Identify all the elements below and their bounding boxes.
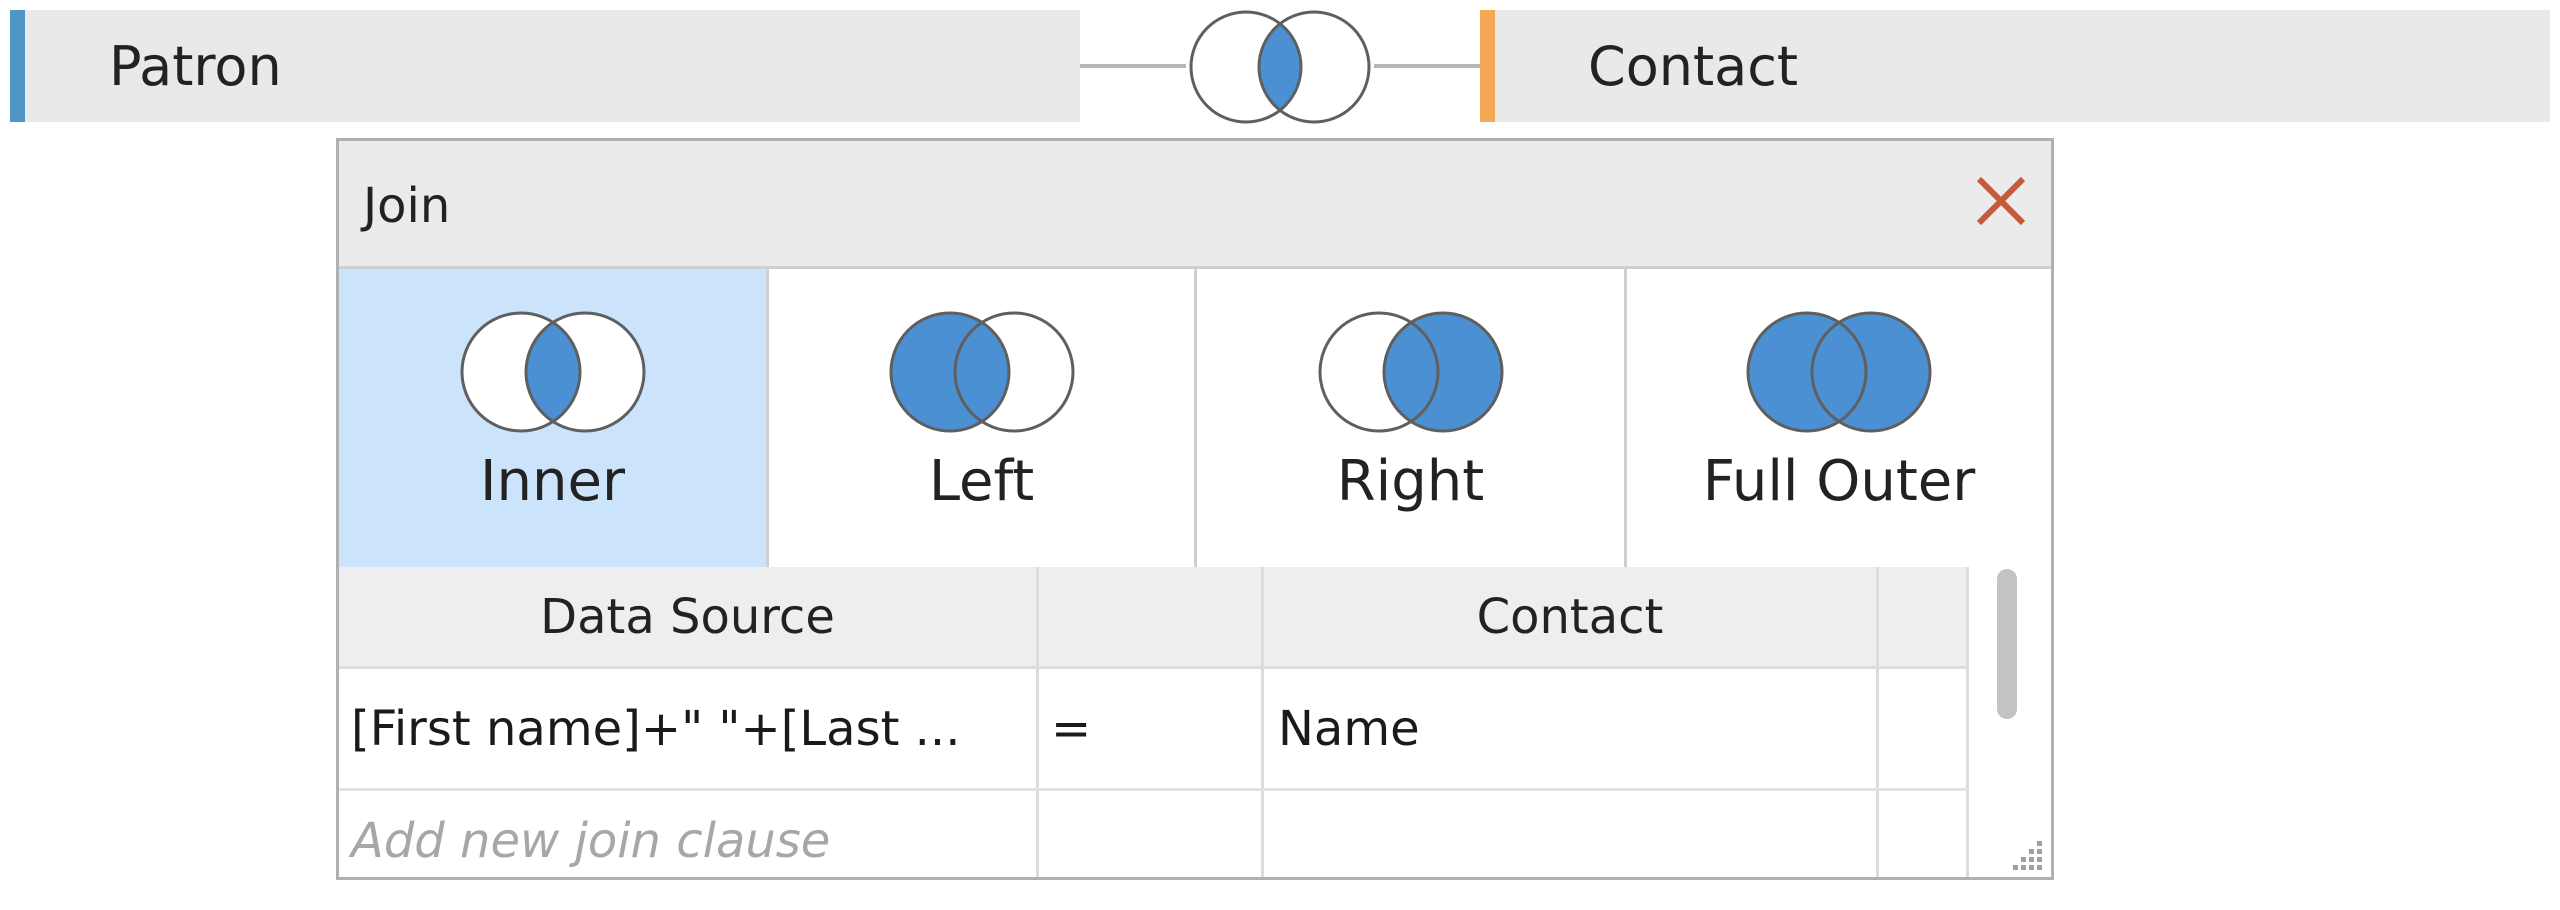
join-type-full-outer[interactable]: Full Outer xyxy=(1627,269,2051,567)
join-type-left[interactable]: Left xyxy=(769,269,1197,567)
join-connector-line-left xyxy=(1080,64,1186,68)
resize-grip-icon[interactable] xyxy=(2009,835,2045,871)
full-outer-join-icon xyxy=(1746,311,1932,433)
join-type-label: Left xyxy=(928,449,1035,514)
join-type-right[interactable]: Right xyxy=(1197,269,1627,567)
column-header-operator xyxy=(1039,567,1264,666)
right-field-cell[interactable]: Name xyxy=(1264,669,1879,788)
right-table-name: Contact xyxy=(1588,34,1799,98)
join-dialog: Join Inner Left Right Full Outer Data So… xyxy=(336,138,2054,880)
inner-join-icon[interactable] xyxy=(1182,8,1378,126)
inner-join-icon xyxy=(460,311,645,433)
left-table-pill[interactable]: Patron xyxy=(10,10,1080,122)
dialog-header: Join xyxy=(339,141,2051,269)
grid-header-row: Data Source Contact xyxy=(339,567,1969,669)
dialog-title: Join xyxy=(363,178,451,234)
join-type-inner[interactable]: Inner xyxy=(339,269,769,567)
left-table-name: Patron xyxy=(109,34,282,98)
join-type-selector: Inner Left Right Full Outer xyxy=(339,269,2051,567)
add-join-clause[interactable]: Add new join clause xyxy=(339,791,1039,877)
join-clause-row[interactable]: [First name]+" "+[Last ... = Name xyxy=(339,669,1969,791)
column-header-data-source[interactable]: Data Source xyxy=(339,567,1039,666)
column-header-spacer xyxy=(1879,567,1969,666)
column-header-contact[interactable]: Contact xyxy=(1264,567,1879,666)
add-clause-row[interactable]: Add new join clause xyxy=(339,791,1969,877)
left-join-icon xyxy=(889,311,1074,433)
add-join-clause-placeholder: Add new join clause xyxy=(351,813,831,869)
join-type-label: Inner xyxy=(480,449,625,514)
vertical-scrollbar-thumb[interactable] xyxy=(1997,569,2017,719)
empty-cell xyxy=(1879,791,1969,877)
join-type-label: Right xyxy=(1336,449,1485,514)
operator-cell[interactable]: = xyxy=(1039,669,1264,788)
right-join-icon xyxy=(1318,311,1503,433)
left-field-cell[interactable]: [First name]+" "+[Last ... xyxy=(339,669,1039,788)
row-spacer-cell xyxy=(1879,669,1969,788)
join-clause-grid: Data Source Contact [First name]+" "+[La… xyxy=(339,567,1969,877)
close-icon[interactable] xyxy=(1971,171,2031,231)
empty-cell xyxy=(1264,791,1879,877)
join-type-label: Full Outer xyxy=(1702,449,1976,514)
empty-cell xyxy=(1039,791,1264,877)
join-connector-line-right xyxy=(1374,64,1480,68)
right-table-pill[interactable]: Contact xyxy=(1480,10,2550,122)
